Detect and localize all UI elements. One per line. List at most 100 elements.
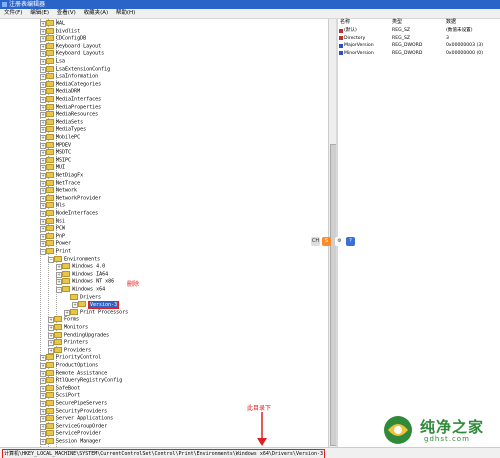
value-name[interactable]: Directory xyxy=(344,35,365,42)
tree-node[interactable]: Drivers xyxy=(70,293,101,301)
menu-view[interactable]: 查看(V) xyxy=(57,9,76,18)
menu-file[interactable]: 文件(F) xyxy=(4,9,22,18)
tree-node[interactable]: Nsi xyxy=(46,217,65,225)
folder-icon xyxy=(46,156,54,163)
tree-node[interactable]: Print xyxy=(46,248,71,255)
tree-node[interactable]: NodeInterfaces xyxy=(46,210,98,217)
tree-node[interactable]: LsaInformation xyxy=(46,73,98,80)
folder-icon xyxy=(46,58,54,64)
tree-node[interactable]: MediaProperties xyxy=(46,103,101,111)
folder-icon xyxy=(46,422,54,429)
lang-indicator[interactable]: CH xyxy=(311,237,320,246)
tree-node[interactable]: Monitors xyxy=(54,324,88,331)
menu-bar: 文件(F) 编辑(E) 查看(V) 收藏夹(A) 帮助(H) xyxy=(0,9,500,19)
value-type[interactable]: REG_SZ xyxy=(392,27,410,34)
tree-node-selected[interactable]: Version-3 xyxy=(78,300,120,309)
tree-node[interactable]: LsaExtensionConfig xyxy=(46,65,110,73)
tree-node[interactable]: NetTrace xyxy=(46,179,80,187)
tree-node-label: WAL xyxy=(56,20,66,27)
tree-node[interactable]: Providers xyxy=(54,346,91,354)
value-data[interactable]: 3 xyxy=(446,35,449,42)
tree-node[interactable]: MediaInterfaces xyxy=(46,96,101,103)
tree-node[interactable]: MediaCategories xyxy=(46,80,101,88)
tree-node[interactable]: Windows NT x86 xyxy=(62,278,114,285)
tree-node[interactable]: Keyboard Layout xyxy=(46,42,101,50)
tree-node[interactable]: MediaDRM xyxy=(46,88,80,95)
tree-node[interactable]: MUI xyxy=(46,164,65,171)
column-header-name[interactable]: 名称 xyxy=(340,19,350,26)
tree-node[interactable]: ServiceGroupOrder xyxy=(46,422,107,430)
tree-node[interactable]: Nls xyxy=(46,202,65,209)
tree-node-label: Lsa xyxy=(56,58,66,65)
value-name[interactable]: MajorVersion xyxy=(344,42,374,49)
value-name[interactable]: MinorVersion xyxy=(344,50,374,57)
tree-node[interactable]: Server Applications xyxy=(46,415,113,422)
folder-icon xyxy=(46,240,54,247)
tree-node[interactable]: PriorityControl xyxy=(46,354,101,361)
tree-node[interactable]: NetDiagFx xyxy=(46,172,83,179)
tree-node[interactable]: MediaSets xyxy=(46,118,83,126)
tree-node[interactable]: Windows x64 xyxy=(62,286,105,293)
value-data[interactable]: 0x00000003 (3) xyxy=(446,42,483,49)
tree-node[interactable]: Power xyxy=(46,240,71,247)
tree-node[interactable]: MSIPC xyxy=(46,156,71,164)
tree-node[interactable]: MSDTC xyxy=(46,149,71,156)
tree-node[interactable]: Windows 4.0 xyxy=(62,263,105,270)
folder-icon xyxy=(46,35,54,42)
tree-node[interactable]: ProductOptions xyxy=(46,362,98,369)
value-data[interactable]: (数值未设置) xyxy=(446,27,473,34)
tree-node-label: ServiceProvider xyxy=(56,430,102,437)
tree-node[interactable]: RtlQueryRegistryConfig xyxy=(46,377,122,384)
value-type[interactable]: REG_DWORD xyxy=(392,42,422,49)
tree-node-label: RtlQueryRegistryConfig xyxy=(56,377,123,384)
tree-node[interactable]: Network xyxy=(46,187,77,194)
value-name[interactable]: (默认) xyxy=(344,27,357,34)
tree-node[interactable]: Environments xyxy=(54,255,100,263)
column-header-data[interactable]: 数据 xyxy=(446,19,456,26)
tree-node[interactable]: CDConfigDB xyxy=(46,35,86,42)
tree-scrollbar[interactable] xyxy=(328,19,337,447)
value-type[interactable]: REG_SZ xyxy=(392,35,410,42)
column-header-type[interactable]: 类型 xyxy=(392,19,402,26)
tree-node-label: Windows 4.0 xyxy=(72,263,106,270)
value-type[interactable]: REG_DWORD xyxy=(392,50,422,57)
tree-node[interactable]: ServiceProvider xyxy=(46,430,101,437)
tree-node[interactable]: PendingUpgrades xyxy=(54,331,109,339)
tree-node[interactable]: Keyboard Layouts xyxy=(46,50,104,57)
menu-help[interactable]: 帮助(H) xyxy=(116,9,135,18)
tree-node[interactable]: Remote Assistance xyxy=(46,369,107,377)
settings-icon[interactable]: ⚙ xyxy=(335,237,344,246)
tree-node[interactable]: WAL xyxy=(46,20,65,27)
folder-icon xyxy=(46,164,54,171)
menu-favorites[interactable]: 收藏夹(A) xyxy=(84,9,109,18)
tree-node[interactable]: SecurityProviders xyxy=(46,407,107,415)
help-icon[interactable]: ? xyxy=(346,237,355,246)
value-data[interactable]: 0x00000000 (0) xyxy=(446,50,483,57)
tree-node[interactable]: Print Processors xyxy=(70,308,129,316)
tree-node[interactable]: SecurePipeServers xyxy=(46,400,107,407)
tree-node[interactable]: SafeBoot xyxy=(46,384,80,392)
tree-node[interactable]: Lsa xyxy=(46,58,65,65)
sogou-icon[interactable]: S xyxy=(322,237,331,246)
tree-node-label: NetworkProvider xyxy=(56,195,102,202)
window-title: 注册表编辑器 xyxy=(9,1,46,8)
tree-node[interactable]: MPDEV xyxy=(46,141,71,149)
tree-node[interactable]: Session Manager xyxy=(46,438,101,445)
tree-node[interactable]: ScsiPort xyxy=(46,392,80,399)
tree-node[interactable]: PnP xyxy=(46,232,65,240)
tree-node[interactable]: Forms xyxy=(54,316,79,323)
folder-icon xyxy=(46,362,54,368)
key-tree-pane[interactable]: + WAL + bivdlist + CDConfigDB + Keyboard Layout… xyxy=(0,19,335,447)
tree-node[interactable]: Printers xyxy=(54,339,88,346)
tree-node[interactable]: PCW xyxy=(46,225,65,232)
menu-edit[interactable]: 编辑(E) xyxy=(30,9,49,18)
tree-node[interactable]: MobilePC xyxy=(46,134,80,141)
tree-node[interactable]: MediaTypes xyxy=(46,126,86,133)
folder-icon xyxy=(46,126,54,133)
tree-node[interactable]: Windows IA64 xyxy=(62,270,108,278)
tree-node[interactable]: NetworkProvider xyxy=(46,194,102,202)
tree-node[interactable]: bivdlist xyxy=(46,27,80,35)
tree-node-label: Print Processors xyxy=(80,309,129,316)
values-list-pane[interactable]: 名称 类型 数据 (默认) REG_SZ (数值未设置) Directory REG_S… xyxy=(338,19,500,447)
tree-node[interactable]: MediaResources xyxy=(46,111,98,118)
